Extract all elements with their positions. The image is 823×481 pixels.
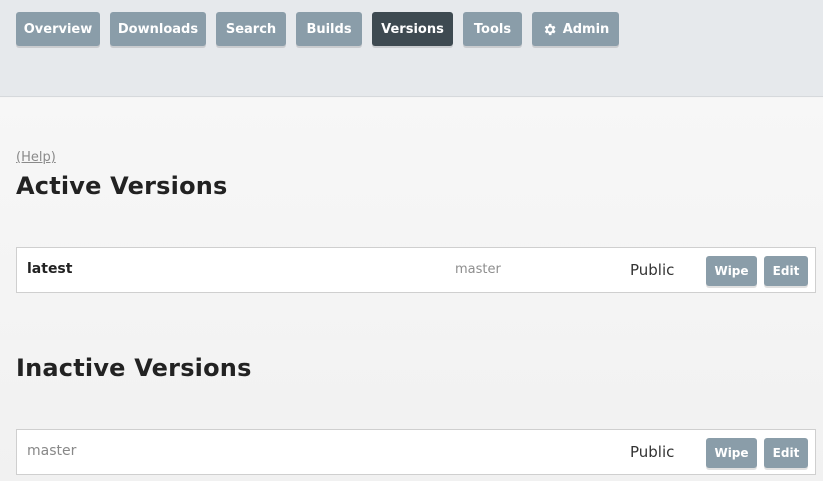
version-branch: master bbox=[455, 262, 501, 277]
tab-overview[interactable]: Overview bbox=[16, 12, 100, 46]
wipe-button[interactable]: Wipe bbox=[706, 438, 757, 468]
wipe-button[interactable]: Wipe bbox=[706, 256, 757, 286]
tab-search[interactable]: Search bbox=[216, 12, 286, 46]
version-row-master: master Public Wipe Edit bbox=[16, 429, 816, 475]
version-row-latest: latest master Public Wipe Edit bbox=[16, 247, 816, 293]
tab-tools[interactable]: Tools bbox=[463, 12, 522, 46]
version-privacy: Public bbox=[630, 443, 675, 461]
tab-admin-label: Admin bbox=[562, 21, 610, 37]
version-name[interactable]: latest bbox=[27, 261, 72, 277]
tab-admin[interactable]: Admin bbox=[532, 12, 619, 46]
tab-versions[interactable]: Versions bbox=[372, 12, 453, 46]
active-versions-title: Active Versions bbox=[16, 172, 228, 200]
tab-builds[interactable]: Builds bbox=[296, 12, 362, 46]
top-nav-header: Overview Downloads Search Builds Version… bbox=[0, 0, 823, 97]
edit-button[interactable]: Edit bbox=[764, 256, 808, 286]
gear-icon bbox=[544, 23, 556, 35]
help-link[interactable]: (Help) bbox=[16, 150, 56, 165]
version-privacy: Public bbox=[630, 261, 675, 279]
tab-downloads[interactable]: Downloads bbox=[110, 12, 206, 46]
inactive-versions-title: Inactive Versions bbox=[16, 354, 252, 382]
version-name[interactable]: master bbox=[27, 443, 76, 459]
edit-button[interactable]: Edit bbox=[764, 438, 808, 468]
